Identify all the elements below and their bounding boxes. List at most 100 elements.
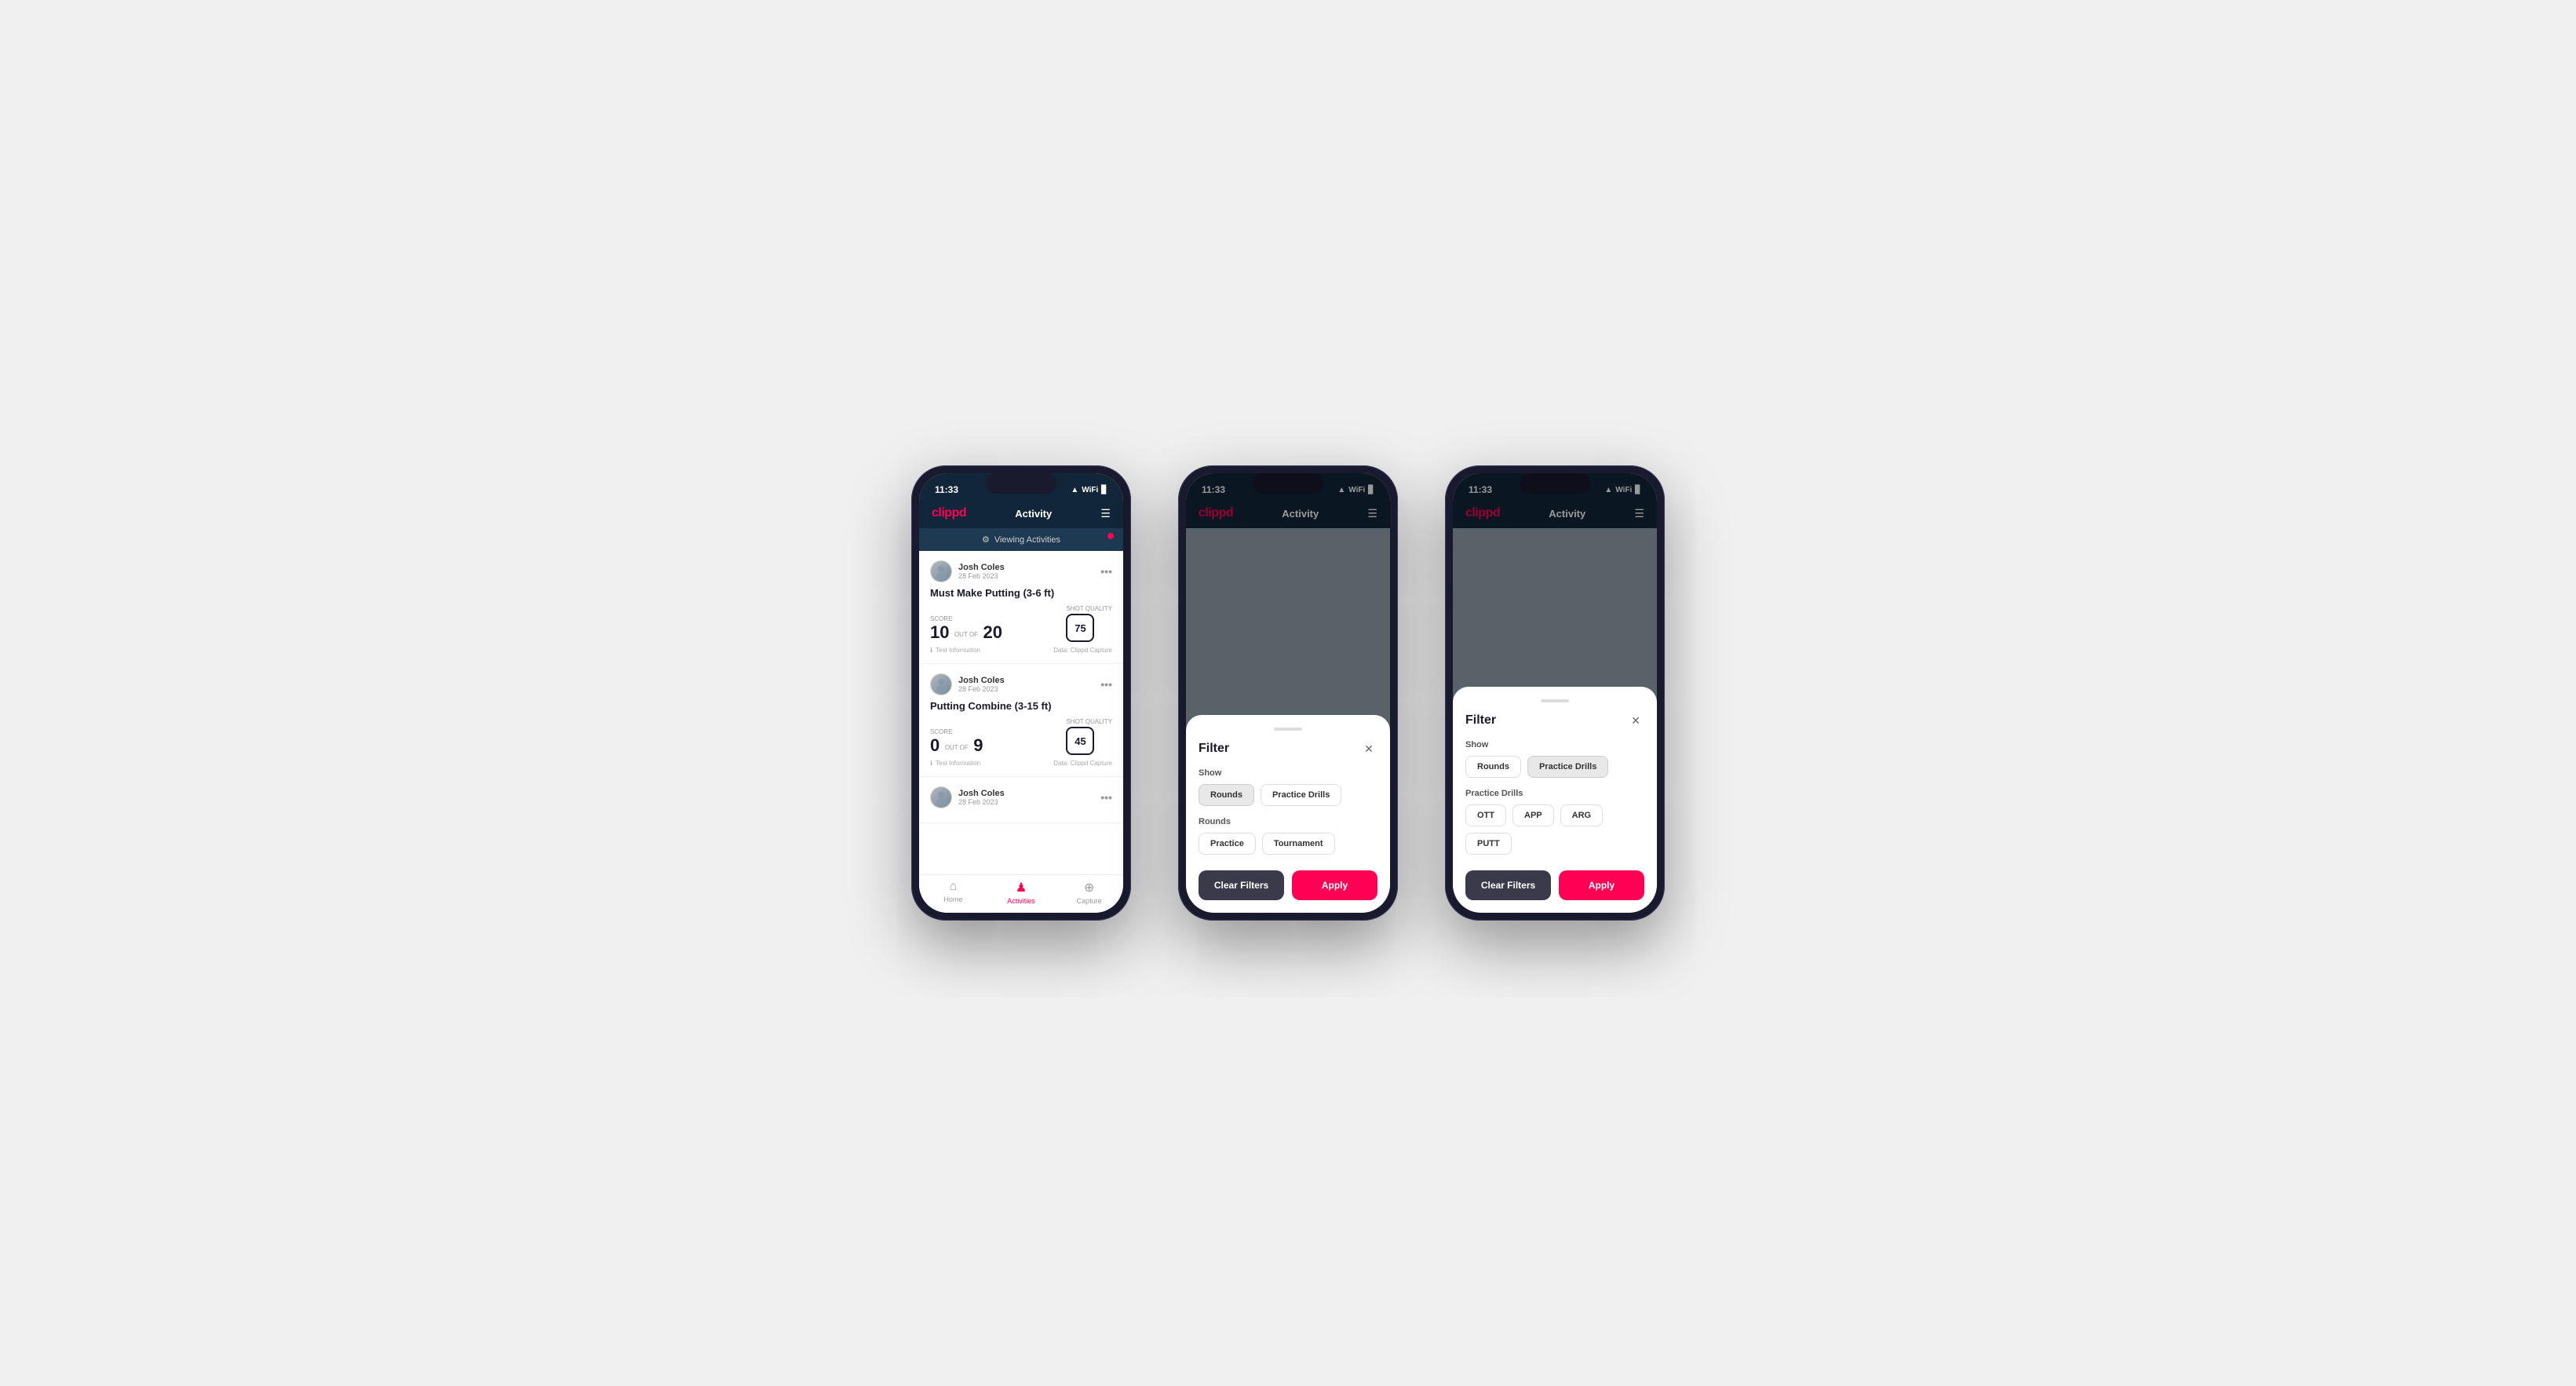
banner-dot-1 <box>1107 533 1114 539</box>
signal-icon: ▲ <box>1071 486 1078 494</box>
rounds-label-2: Rounds <box>1199 817 1377 826</box>
filter-close-3[interactable]: ✕ <box>1627 712 1644 729</box>
drills-label-3: Practice Drills <box>1465 789 1644 798</box>
avatar-2 <box>930 673 952 695</box>
user-date-1: 28 Feb 2023 <box>958 572 1005 580</box>
score-label-2: Score <box>930 728 983 735</box>
card-menu-3[interactable]: ••• <box>1100 791 1112 804</box>
btn-tournament-2[interactable]: Tournament <box>1262 833 1335 855</box>
user-date-2: 28 Feb 2023 <box>958 685 1005 693</box>
avatar-inner-1 <box>931 561 951 582</box>
quality-block-2: Shot Quality 45 <box>1066 718 1112 755</box>
bottom-nav-1: ⌂ Home ♟ Activities ⊕ Capture <box>919 874 1123 913</box>
banner-text-1: Viewing Activities <box>994 535 1060 545</box>
btn-putt-3[interactable]: PUTT <box>1465 833 1512 855</box>
filter-title-3: Filter <box>1465 713 1496 728</box>
card-footer-2: ℹ Test Information Data: Clippd Capture <box>930 760 1112 767</box>
filter-sheet-2: Filter ✕ Show Rounds Practice Drills Rou… <box>1186 715 1390 913</box>
activity-title-2: Putting Combine (3-15 ft) <box>930 700 1112 712</box>
btn-ott-3[interactable]: OTT <box>1465 804 1506 826</box>
activity-card-1: Josh Coles 28 Feb 2023 ••• Must Make Put… <box>919 551 1123 664</box>
btn-rounds-2[interactable]: Rounds <box>1199 784 1254 806</box>
user-date-3: 28 Feb 2023 <box>958 798 1005 806</box>
phone-1-screen: 11:33 ▲ WiFi ▊ clippd Activity ☰ ⚙ Viewi… <box>919 473 1123 913</box>
nav-activities[interactable]: ♟ Activities <box>987 880 1056 905</box>
sheet-handle-3 <box>1541 699 1569 702</box>
drills-buttons-3: OTT APP ARG PUTT <box>1465 804 1644 855</box>
quality-badge-1: 75 <box>1066 614 1094 642</box>
avatar-1 <box>930 560 952 582</box>
scene: 11:33 ▲ WiFi ▊ clippd Activity ☰ ⚙ Viewi… <box>864 418 1712 968</box>
rounds-buttons-2: Practice Tournament <box>1199 833 1377 855</box>
nav-capture-label: Capture <box>1077 897 1102 905</box>
menu-icon-1[interactable]: ☰ <box>1100 507 1111 520</box>
score-value-1: 10 <box>930 622 949 642</box>
test-info-text-1: Test Information <box>936 647 980 654</box>
sheet-header-3: Filter ✕ <box>1465 712 1644 729</box>
banner-icon-1: ⚙ <box>982 534 990 545</box>
logo-1: clippd <box>932 506 966 520</box>
user-name-1: Josh Coles <box>958 563 1005 572</box>
filter-close-2[interactable]: ✕ <box>1360 740 1377 757</box>
show-buttons-3: Rounds Practice Drills <box>1465 756 1644 778</box>
user-name-3: Josh Coles <box>958 789 1005 798</box>
quality-block-1: Shot Quality 75 <box>1066 605 1112 642</box>
phone-notch-1 <box>986 473 1056 494</box>
user-name-2: Josh Coles <box>958 676 1005 685</box>
sheet-header-2: Filter ✕ <box>1199 740 1377 757</box>
test-info-text-2: Test Information <box>936 760 980 767</box>
score-block-1: Score 10 OUT OF 20 <box>930 615 1002 642</box>
capture-icon: ⊕ <box>1084 880 1094 895</box>
phone-3: 11:33 ▲ WiFi ▊ clippd Activity ☰ <box>1445 465 1665 921</box>
clear-filters-btn-2[interactable]: Clear Filters <box>1199 870 1284 900</box>
header-title-1: Activity <box>1015 508 1052 520</box>
clear-filters-btn-3[interactable]: Clear Filters <box>1465 870 1551 900</box>
test-info-1: ℹ Test Information <box>930 647 980 654</box>
battery-icon: ▊ <box>1101 486 1107 494</box>
user-info-3: Josh Coles 28 Feb 2023 <box>930 786 1005 808</box>
apply-btn-2[interactable]: Apply <box>1292 870 1377 900</box>
btn-practice-drills-2[interactable]: Practice Drills <box>1261 784 1341 806</box>
activity-card-3: Josh Coles 28 Feb 2023 ••• <box>919 777 1123 823</box>
stats-row-1: Score 10 OUT OF 20 Shot Quality 75 <box>930 605 1112 642</box>
phone-2-screen: 11:33 ▲ WiFi ▊ clippd Activity ☰ <box>1186 473 1390 913</box>
user-info-1: Josh Coles 28 Feb 2023 <box>930 560 1005 582</box>
phone-1: 11:33 ▲ WiFi ▊ clippd Activity ☰ ⚙ Viewi… <box>911 465 1131 921</box>
btn-app-3[interactable]: APP <box>1512 804 1554 826</box>
out-of-2: OUT OF <box>945 744 969 751</box>
card-menu-1[interactable]: ••• <box>1100 565 1112 578</box>
btn-arg-3[interactable]: ARG <box>1560 804 1603 826</box>
info-icon-2: ℹ <box>930 760 932 767</box>
show-label-3: Show <box>1465 740 1644 750</box>
btn-practice-drills-3[interactable]: Practice Drills <box>1527 756 1608 778</box>
nav-capture[interactable]: ⊕ Capture <box>1055 880 1123 905</box>
data-source-2: Data: Clippd Capture <box>1053 760 1112 767</box>
nav-home-label: Home <box>943 895 962 903</box>
btn-practice-2[interactable]: Practice <box>1199 833 1256 855</box>
viewing-banner-1[interactable]: ⚙ Viewing Activities <box>919 528 1123 551</box>
info-icon-1: ℹ <box>930 647 932 654</box>
app-header-1: clippd Activity ☰ <box>919 500 1123 528</box>
activities-icon: ♟ <box>1016 880 1027 895</box>
apply-btn-3[interactable]: Apply <box>1559 870 1644 900</box>
filter-sheet-3: Filter ✕ Show Rounds Practice Drills Pra… <box>1453 687 1657 913</box>
sheet-footer-2: Clear Filters Apply <box>1199 870 1377 900</box>
stats-row-2: Score 0 OUT OF 9 Shot Quality 45 <box>930 718 1112 755</box>
home-icon: ⌂ <box>950 880 958 894</box>
filter-overlay-3: Filter ✕ Show Rounds Practice Drills Pra… <box>1453 473 1657 913</box>
phone-3-screen: 11:33 ▲ WiFi ▊ clippd Activity ☰ <box>1453 473 1657 913</box>
btn-rounds-3[interactable]: Rounds <box>1465 756 1521 778</box>
card-footer-1: ℹ Test Information Data: Clippd Capture <box>930 647 1112 654</box>
card-menu-2[interactable]: ••• <box>1100 678 1112 691</box>
user-info-2: Josh Coles 28 Feb 2023 <box>930 673 1005 695</box>
activity-card-2: Josh Coles 28 Feb 2023 ••• Putting Combi… <box>919 664 1123 777</box>
out-of-1: OUT OF <box>954 631 978 638</box>
quality-label-1: Shot Quality <box>1066 605 1112 612</box>
filter-title-2: Filter <box>1199 742 1229 756</box>
status-icons-1: ▲ WiFi ▊ <box>1071 486 1107 494</box>
shots-value-1: 20 <box>983 622 1002 642</box>
nav-home[interactable]: ⌂ Home <box>919 880 987 905</box>
phone-2: 11:33 ▲ WiFi ▊ clippd Activity ☰ <box>1178 465 1398 921</box>
data-source-1: Data: Clippd Capture <box>1053 647 1112 654</box>
score-label-1: Score <box>930 615 1002 622</box>
